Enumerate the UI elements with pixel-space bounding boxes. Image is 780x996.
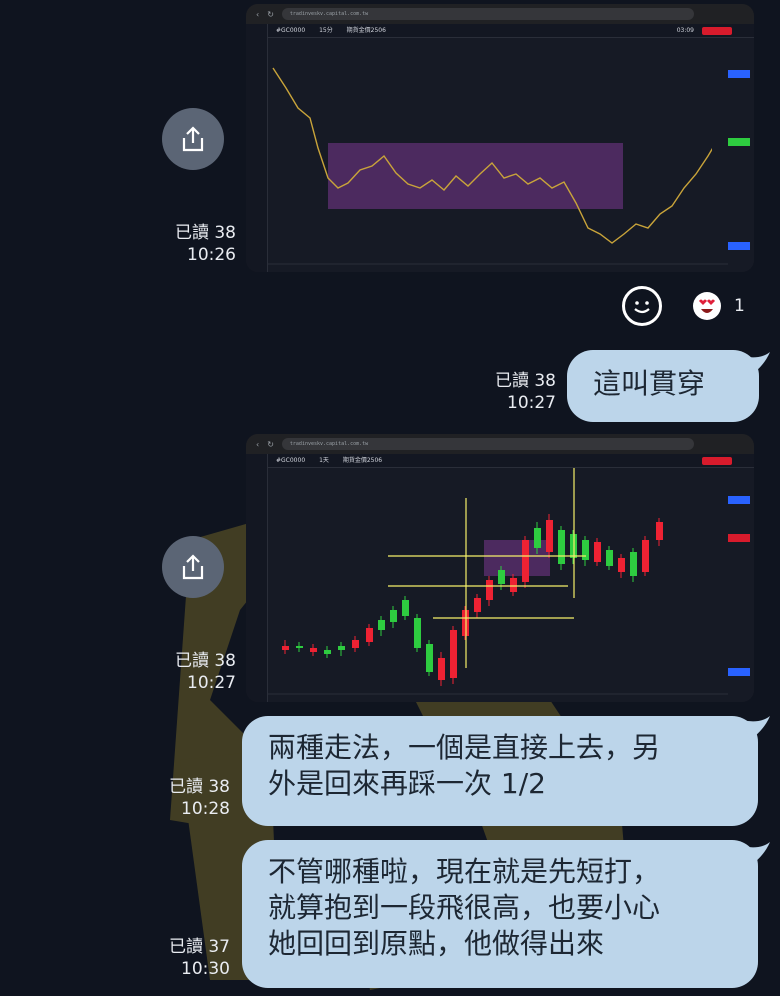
chart-title: 期貨金價2506 [342, 457, 383, 464]
message-text: 這叫貫穿 [593, 367, 706, 400]
consolidation-zone [328, 143, 623, 209]
candle [618, 558, 625, 572]
add-reaction-button[interactable] [622, 286, 662, 326]
chart-screenshot-image[interactable]: ‹ ↻ tradinveskv.capital.com.tw #GC0000 1… [246, 4, 754, 272]
candle [366, 628, 373, 642]
price-chart-area [268, 38, 754, 272]
candle [642, 540, 649, 572]
browser-url: tradinveskv.capital.com.tw [281, 438, 694, 450]
read-receipt: 已讀 38 [168, 777, 230, 797]
browser-topbar: ‹ ↻ tradinveskv.capital.com.tw [246, 434, 754, 454]
browser-topbar: ‹ ↻ tradinveskv.capital.com.tw [246, 4, 754, 24]
price-chart-area [268, 468, 754, 702]
chart-header: #GC0000 1天 期貨金價2506 [268, 454, 754, 468]
candle [282, 646, 289, 650]
drawing-toolbar [246, 24, 268, 272]
candle [324, 650, 331, 654]
chart-title: 期貨金價2506 [346, 27, 386, 34]
candle [630, 552, 637, 576]
timestamp: 10:28 [181, 799, 230, 819]
price-tag [728, 138, 750, 146]
back-icon: ‹ [256, 439, 260, 449]
candle [438, 658, 445, 680]
timestamp: 10:26 [187, 245, 236, 265]
bubble-tail [742, 716, 770, 740]
back-icon: ‹ [256, 9, 260, 19]
chart-screenshot-image[interactable]: ‹ ↻ tradinveskv.capital.com.tw #GC0000 1… [246, 434, 754, 702]
reload-icon: ↻ [267, 9, 274, 19]
candle [656, 522, 663, 540]
message-meta: 已讀 38 10:26 [160, 222, 236, 266]
chart-header: #GC0000 15分 期貨金價2506 03:09 [268, 24, 754, 38]
message-line: 她回回到原點，他做得出來 [268, 927, 605, 960]
message-bubble[interactable]: 這叫貫穿 [567, 350, 759, 422]
candle [450, 630, 457, 678]
candle [558, 530, 565, 564]
candle [310, 648, 317, 652]
message-meta: 已讀 38 10:27 [480, 370, 556, 414]
read-receipt: 已讀 37 [168, 937, 230, 957]
candle [582, 540, 589, 560]
candle [390, 610, 397, 622]
share-icon [182, 126, 204, 152]
message-line: 兩種走法，一個是直接上去，另 [268, 731, 661, 764]
timestamp: 10:27 [507, 393, 556, 413]
price-tag [728, 242, 750, 250]
chart-symbol: #GC0000 [276, 457, 306, 464]
message-bubble[interactable]: 兩種走法，一個是直接上去，另 外是回來再踩一次 1/2 [242, 716, 758, 826]
message-line: 外是回來再踩一次 1/2 [268, 767, 546, 800]
candle [594, 542, 601, 562]
message-bubble[interactable]: 不管哪種啦，現在就是先短打， 就算抱到一段飛很高，也要小心 她回回到原點，他做得… [242, 840, 758, 988]
chart-time-readout: 03:09 [676, 27, 694, 34]
read-receipt: 已讀 38 [494, 371, 556, 391]
browser-url: tradinveskv.capital.com.tw [281, 8, 694, 20]
bubble-tail [742, 842, 770, 866]
price-tag [728, 668, 750, 676]
trade-button [702, 27, 732, 35]
candle [474, 598, 481, 612]
reaction-bar: 1 [622, 286, 745, 326]
chart-symbol: #GC0000 [276, 27, 306, 34]
share-button[interactable] [162, 536, 224, 598]
drawing-toolbar [246, 454, 268, 702]
reload-icon: ↻ [267, 439, 274, 449]
message-meta: 已讀 38 10:27 [160, 650, 236, 694]
price-tag [728, 70, 750, 78]
timestamp: 10:30 [181, 959, 230, 979]
timestamp: 10:27 [187, 673, 236, 693]
share-button[interactable] [162, 108, 224, 170]
read-receipt: 已讀 38 [174, 651, 236, 671]
candle [486, 580, 493, 600]
message-line: 就算抱到一段飛很高，也要小心 [268, 891, 661, 924]
candle [522, 540, 529, 582]
price-tag [728, 496, 750, 504]
candle [546, 520, 553, 552]
bubble-tail [742, 352, 770, 376]
chart-interval: 15分 [319, 27, 333, 34]
trade-button [702, 457, 732, 465]
candle [414, 618, 421, 648]
candle [534, 528, 541, 548]
read-receipt: 已讀 38 [174, 223, 236, 243]
candle [378, 620, 385, 630]
chart-interval: 1天 [319, 457, 329, 464]
smile-icon [634, 301, 650, 314]
message-meta: 已讀 37 10:30 [154, 936, 230, 980]
candle [338, 646, 345, 650]
message-meta: 已讀 38 10:28 [154, 776, 230, 820]
candle [498, 570, 505, 584]
heart-eyes-emoji[interactable] [692, 291, 722, 321]
candle [510, 578, 517, 592]
candle [606, 550, 613, 566]
candle [426, 644, 433, 672]
reaction-count: 1 [734, 296, 745, 316]
price-tag [728, 534, 750, 542]
candle [296, 646, 303, 648]
message-line: 不管哪種啦，現在就是先短打， [268, 855, 661, 888]
candle [402, 600, 409, 616]
share-icon [182, 554, 204, 580]
candle [352, 640, 359, 648]
